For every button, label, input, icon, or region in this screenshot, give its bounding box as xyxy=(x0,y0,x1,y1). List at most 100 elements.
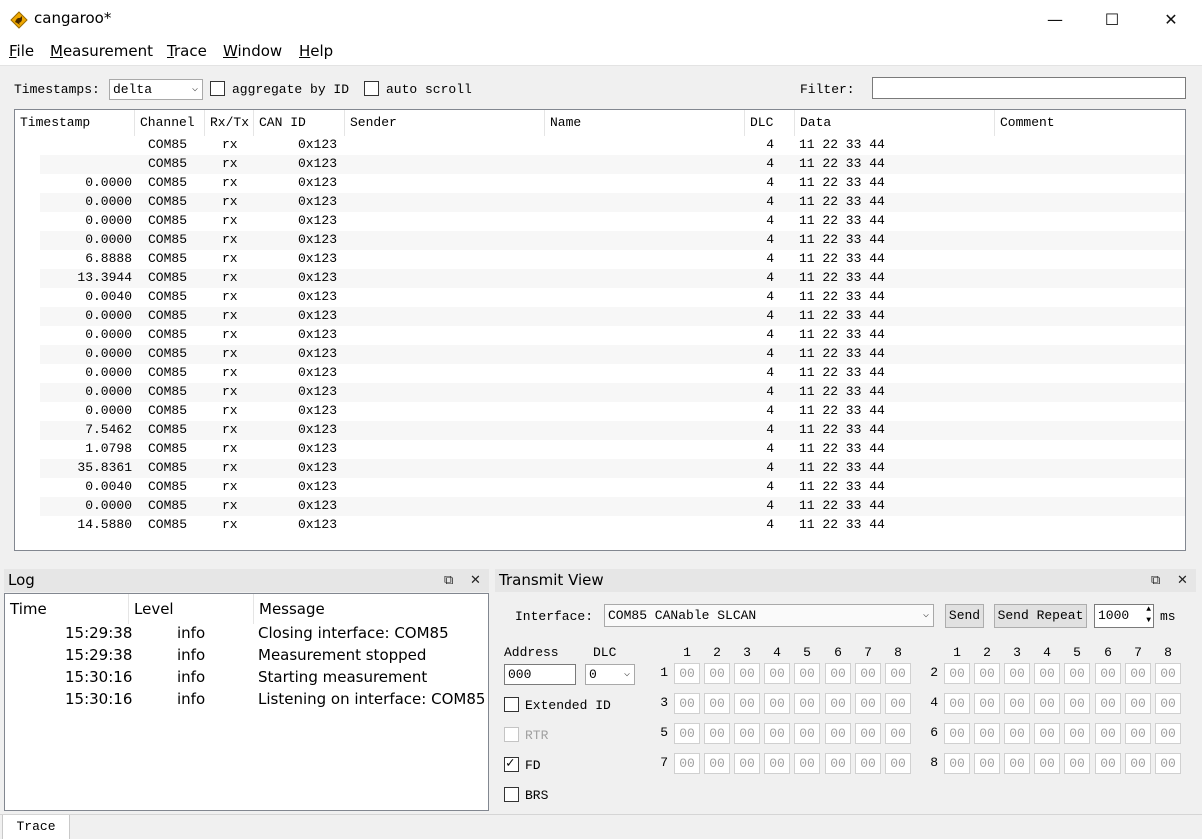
col-timestamp[interactable]: Timestamp xyxy=(15,110,135,136)
col-dlc[interactable]: DLC xyxy=(745,110,795,136)
data-byte-field[interactable]: 00 xyxy=(1034,663,1060,684)
table-row[interactable]: COM85 rx 0x123 4 11 22 33 44 xyxy=(40,136,1185,155)
log-row[interactable]: 15:29:38 info Measurement stopped xyxy=(5,646,488,668)
data-byte-field[interactable]: 00 xyxy=(1004,693,1030,714)
col-data[interactable]: Data xyxy=(795,110,995,136)
data-byte-field[interactable]: 00 xyxy=(764,663,790,684)
data-byte-field[interactable]: 00 xyxy=(825,723,851,744)
data-byte-field[interactable]: 00 xyxy=(704,753,730,774)
spin-arrows-icon[interactable]: ▲ ▼ xyxy=(1146,604,1151,626)
col-name[interactable]: Name xyxy=(545,110,745,136)
data-byte-field[interactable]: 00 xyxy=(1034,723,1060,744)
menu-window[interactable]: Window xyxy=(223,42,282,60)
table-row[interactable]: 0.0000 COM85 rx 0x123 4 11 22 33 44 xyxy=(40,402,1185,421)
data-byte-field[interactable]: 00 xyxy=(794,663,820,684)
table-row[interactable]: 7.5462 COM85 rx 0x123 4 11 22 33 44 xyxy=(40,421,1185,440)
data-byte-field[interactable]: 00 xyxy=(825,663,851,684)
data-byte-field[interactable]: 00 xyxy=(1064,693,1090,714)
data-byte-field[interactable]: 00 xyxy=(825,693,851,714)
table-row[interactable]: 0.0000 COM85 rx 0x123 4 11 22 33 44 xyxy=(40,364,1185,383)
col-can-id[interactable]: CAN ID xyxy=(254,110,345,136)
data-byte-field[interactable]: 00 xyxy=(734,723,760,744)
data-byte-field[interactable]: 00 xyxy=(1155,753,1181,774)
undock-icon[interactable]: ⧉ xyxy=(444,569,453,592)
table-row[interactable]: 0.0000 COM85 rx 0x123 4 11 22 33 44 xyxy=(40,345,1185,364)
data-byte-field[interactable]: 00 xyxy=(885,753,911,774)
data-byte-field[interactable]: 00 xyxy=(1155,663,1181,684)
data-byte-field[interactable]: 00 xyxy=(1004,663,1030,684)
log-row[interactable]: 15:30:16 info Starting measurement xyxy=(5,668,488,690)
maximize-button[interactable]: ☐ xyxy=(1083,0,1141,38)
data-byte-field[interactable]: 00 xyxy=(674,753,700,774)
undock-icon[interactable]: ⧉ xyxy=(1151,569,1160,592)
table-row[interactable]: COM85 rx 0x123 4 11 22 33 44 xyxy=(40,155,1185,174)
data-byte-field[interactable]: 00 xyxy=(974,753,1000,774)
trace-table[interactable]: Timestamp Channel Rx/Tx CAN ID Sender Na… xyxy=(14,109,1186,551)
col-rxtx[interactable]: Rx/Tx xyxy=(205,110,254,136)
rtr-checkbox[interactable] xyxy=(504,727,519,742)
autoscroll-checkbox[interactable] xyxy=(364,81,379,96)
data-byte-field[interactable]: 00 xyxy=(1125,663,1151,684)
data-byte-field[interactable]: 00 xyxy=(704,723,730,744)
repeat-interval-spinbox[interactable]: 1000 ▲ ▼ xyxy=(1094,604,1154,628)
table-row[interactable]: 13.3944 COM85 rx 0x123 4 11 22 33 44 xyxy=(40,269,1185,288)
data-byte-field[interactable]: 00 xyxy=(855,753,881,774)
data-byte-field[interactable]: 00 xyxy=(794,693,820,714)
data-byte-field[interactable]: 00 xyxy=(794,753,820,774)
close-icon[interactable]: ✕ xyxy=(470,569,481,592)
data-byte-field[interactable]: 00 xyxy=(674,723,700,744)
address-input[interactable] xyxy=(504,664,576,685)
table-row[interactable]: 0.0000 COM85 rx 0x123 4 11 22 33 44 xyxy=(40,497,1185,516)
data-byte-field[interactable]: 00 xyxy=(1034,753,1060,774)
data-byte-field[interactable]: 00 xyxy=(1095,723,1121,744)
menu-help[interactable]: Help xyxy=(299,42,333,60)
data-byte-field[interactable]: 00 xyxy=(944,663,970,684)
data-byte-field[interactable]: 00 xyxy=(734,663,760,684)
data-byte-field[interactable]: 00 xyxy=(944,723,970,744)
interface-select[interactable]: COM85 CANable SLCAN ⌵ xyxy=(604,604,934,627)
table-row[interactable]: 0.0040 COM85 rx 0x123 4 11 22 33 44 xyxy=(40,478,1185,497)
data-byte-field[interactable]: 00 xyxy=(885,663,911,684)
table-row[interactable]: 0.0000 COM85 rx 0x123 4 11 22 33 44 xyxy=(40,307,1185,326)
data-byte-field[interactable]: 00 xyxy=(1125,693,1151,714)
menu-measurement[interactable]: Measurement xyxy=(50,42,153,60)
close-icon[interactable]: ✕ xyxy=(1177,569,1188,592)
filter-input[interactable] xyxy=(872,77,1186,99)
log-col-message[interactable]: Message xyxy=(254,594,488,624)
table-row[interactable]: 0.0000 COM85 rx 0x123 4 11 22 33 44 xyxy=(40,231,1185,250)
data-byte-field[interactable]: 00 xyxy=(885,693,911,714)
menu-file[interactable]: File xyxy=(9,42,34,60)
brs-checkbox[interactable] xyxy=(504,787,519,802)
data-byte-field[interactable]: 00 xyxy=(764,693,790,714)
data-byte-field[interactable]: 00 xyxy=(855,693,881,714)
fd-checkbox[interactable]: ✓ xyxy=(504,756,519,772)
data-byte-field[interactable]: 00 xyxy=(1095,693,1121,714)
data-byte-field[interactable]: 00 xyxy=(1034,693,1060,714)
aggregate-checkbox[interactable] xyxy=(210,81,225,96)
data-byte-field[interactable]: 00 xyxy=(974,663,1000,684)
data-byte-field[interactable]: 00 xyxy=(1095,663,1121,684)
data-byte-field[interactable]: 00 xyxy=(704,693,730,714)
minimize-button[interactable]: — xyxy=(1026,0,1084,38)
timestamps-select[interactable]: delta ⌵ xyxy=(109,79,203,100)
menu-trace[interactable]: Trace xyxy=(167,42,207,60)
data-byte-field[interactable]: 00 xyxy=(674,693,700,714)
table-row[interactable]: 0.0000 COM85 rx 0x123 4 11 22 33 44 xyxy=(40,193,1185,212)
data-byte-field[interactable]: 00 xyxy=(704,663,730,684)
table-row[interactable]: 14.5880 COM85 rx 0x123 4 11 22 33 44 xyxy=(40,516,1185,535)
data-byte-field[interactable]: 00 xyxy=(855,663,881,684)
log-col-time[interactable]: Time xyxy=(5,594,129,624)
data-byte-field[interactable]: 00 xyxy=(885,723,911,744)
data-byte-field[interactable]: 00 xyxy=(825,753,851,774)
table-row[interactable]: 6.8888 COM85 rx 0x123 4 11 22 33 44 xyxy=(40,250,1185,269)
log-table[interactable]: Time Level Message 15:29:38 info Closing i… xyxy=(4,593,489,811)
data-byte-field[interactable]: 00 xyxy=(1064,753,1090,774)
data-byte-field[interactable]: 00 xyxy=(1155,693,1181,714)
data-byte-field[interactable]: 00 xyxy=(1125,753,1151,774)
table-row[interactable]: 0.0000 COM85 rx 0x123 4 11 22 33 44 xyxy=(40,383,1185,402)
data-byte-field[interactable]: 00 xyxy=(1064,723,1090,744)
data-byte-field[interactable]: 00 xyxy=(764,753,790,774)
send-repeat-button[interactable]: Send Repeat xyxy=(994,604,1087,628)
data-byte-field[interactable]: 00 xyxy=(855,723,881,744)
dlc-select[interactable]: 0 ⌵ xyxy=(585,664,635,685)
